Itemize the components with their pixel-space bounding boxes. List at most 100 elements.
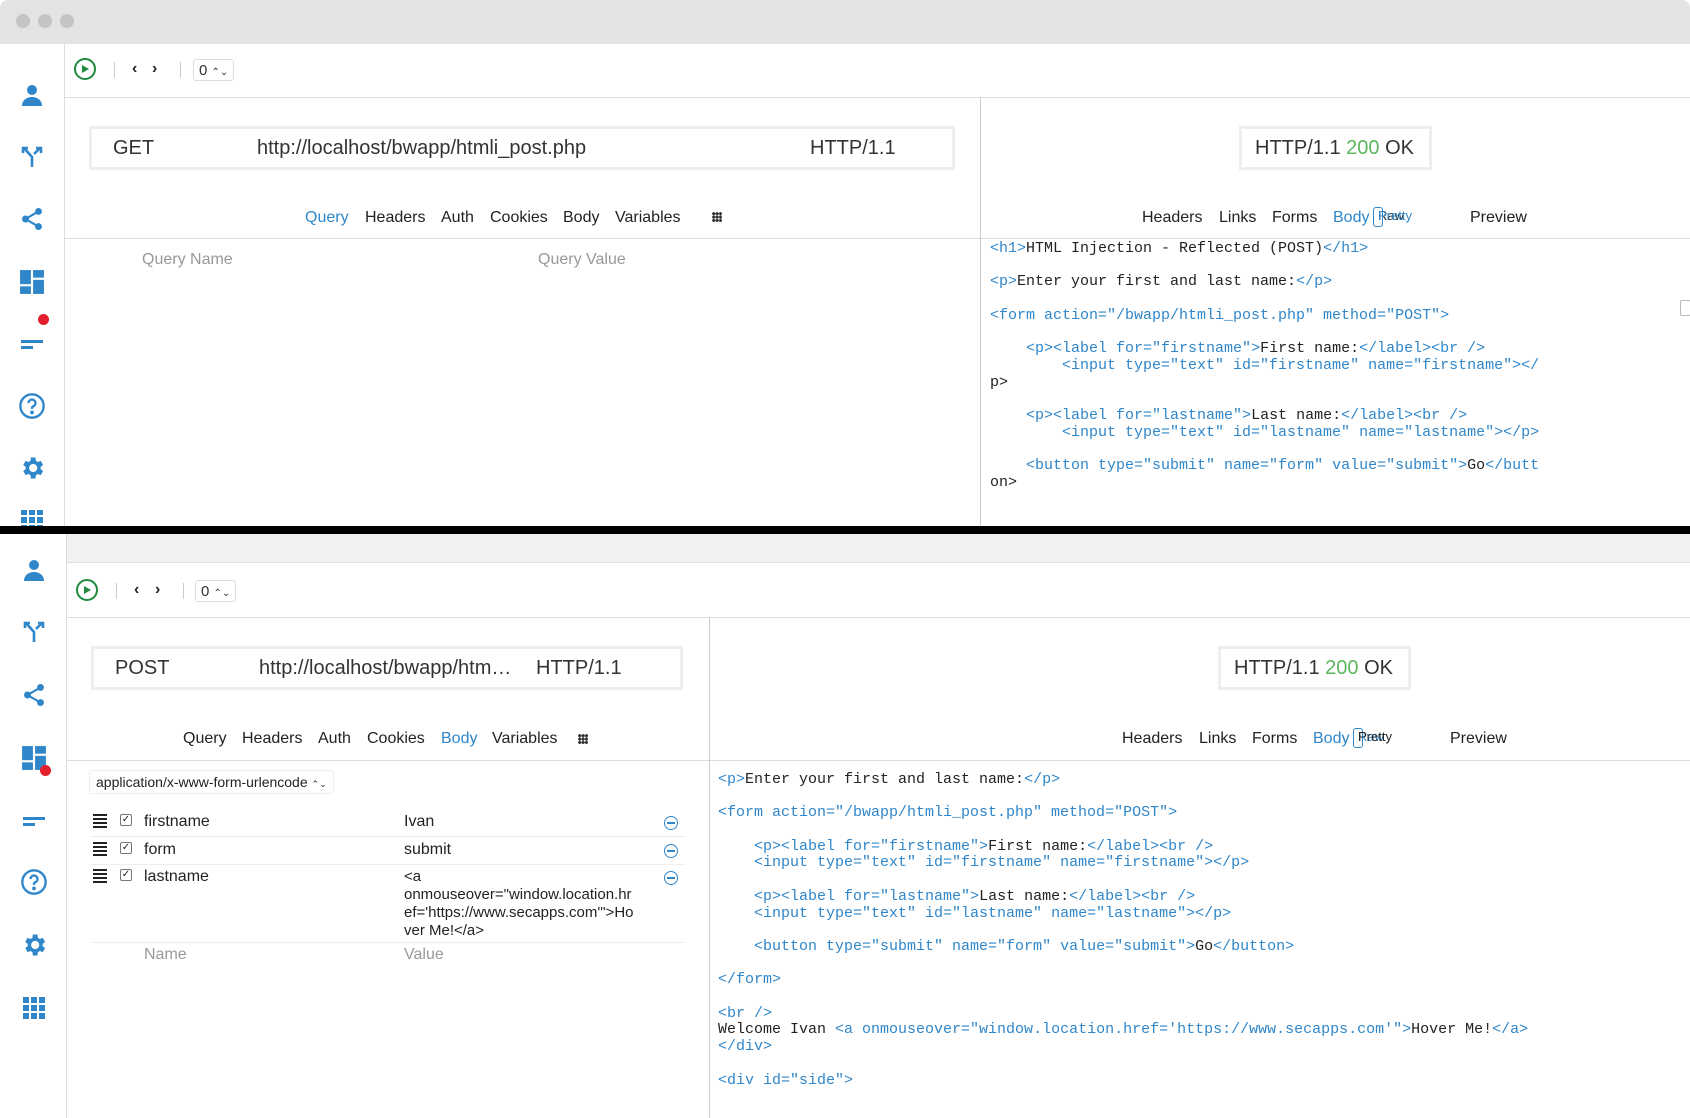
history-counter[interactable]: 0 ⌃⌄ [193,59,235,81]
resp-tab-headers[interactable]: Headers [1122,730,1182,748]
user-icon[interactable] [0,75,64,115]
tab-headers[interactable]: Headers [242,730,302,748]
response-body-code-bottom[interactable]: <p>Enter your first and last name:</p> <f… [718,772,1684,1118]
tab-cookies[interactable]: Cookies [367,730,425,748]
new-param-value-placeholder[interactable]: Value [404,946,444,964]
code-line: on> [990,473,1018,491]
tab-headers[interactable]: Headers [365,209,425,227]
tab-query[interactable]: Query [305,209,349,227]
history-counter[interactable]: 0 ⌃⌄ [195,580,237,602]
raw-pretty-toggle[interactable]: Raw Pretty [1373,207,1412,227]
resp-tab-body[interactable]: Body [1333,209,1369,227]
share-icon[interactable] [2,675,66,715]
pane-divider [980,97,981,526]
tab-query[interactable]: Query [183,730,227,748]
drag-handle-icon[interactable] [93,814,107,828]
request-line[interactable]: POST http://localhost/bwapp/htm… HTTP/1.… [91,646,683,690]
gear-icon[interactable] [2,925,66,965]
content-type-select[interactable]: application/x-www-form-urlencode ⌃⌄ [89,770,334,794]
drag-handle-icon[interactable] [93,842,107,856]
param-name[interactable]: firstname [144,813,210,831]
code-line: </div> [718,1038,773,1056]
more-grid-icon[interactable] [712,212,722,222]
resp-tab-body[interactable]: Body [1313,730,1349,748]
history-back-button[interactable]: ‹ [132,60,137,78]
pretty-option[interactable]: Pretty [1358,729,1392,745]
run-button[interactable] [74,58,96,80]
param-name[interactable]: form [144,841,176,859]
param-value-multiline[interactable]: <a onmouseover="window.location.hr ef='h… [404,868,654,940]
fork-icon[interactable] [0,137,64,177]
tab-variables[interactable]: Variables [615,209,681,227]
maximize-window-dot[interactable] [60,14,74,28]
request-line[interactable]: GET http://localhost/bwapp/htmli_post.ph… [89,126,955,170]
tab-variables[interactable]: Variables [492,730,558,748]
code-line: <input type="text" id="lastname" name="l… [754,904,1232,922]
resp-tab-links[interactable]: Links [1219,209,1256,227]
tab-body[interactable]: Body [441,730,477,748]
request-method[interactable]: GET [113,137,154,160]
scrollbar-thumb[interactable] [1680,300,1690,316]
divider [66,617,1690,618]
query-value-placeholder[interactable]: Query Value [538,251,626,269]
tab-auth[interactable]: Auth [318,730,351,748]
resp-tab-preview[interactable]: Preview [1450,730,1507,748]
stepper-icon: ⌃⌄ [211,67,229,78]
resp-tab-headers[interactable]: Headers [1142,209,1202,227]
resp-tab-preview[interactable]: Preview [1470,209,1527,227]
request-url[interactable]: http://localhost/bwapp/htmli_post.php [257,137,586,160]
text-lines-icon[interactable] [0,324,64,364]
resp-tab-forms[interactable]: Forms [1272,209,1317,227]
param-checkbox[interactable]: ✓ [120,869,132,881]
param-name[interactable]: lastname [144,868,209,886]
request-url[interactable]: http://localhost/bwapp/htm… [259,657,511,680]
new-param-name-placeholder[interactable]: Name [144,946,187,964]
run-button[interactable] [76,579,98,601]
help-icon[interactable] [2,862,66,902]
response-body-code-top[interactable]: <h1>HTML Injection - Reflected (POST)</h… [990,241,1680,512]
sidebar-top-icons [0,44,64,530]
pretty-option[interactable]: Pretty [1378,208,1412,224]
apps-grid-icon[interactable] [2,988,66,1028]
gear-icon[interactable] [0,448,64,488]
drag-handle-icon[interactable] [93,869,107,883]
history-forward-button[interactable]: › [155,581,160,599]
user-icon[interactable] [2,550,66,590]
request-version[interactable]: HTTP/1.1 [536,657,622,680]
response-status-text: HTTP/1.1 200 OK [1234,657,1393,680]
help-icon[interactable] [0,386,64,426]
resp-tab-forms[interactable]: Forms [1252,730,1297,748]
history-forward-button[interactable]: › [152,60,157,78]
text-lines-icon[interactable] [2,801,66,841]
tab-auth[interactable]: Auth [441,209,474,227]
divider [91,864,685,865]
dashboard-icon[interactable] [0,262,64,302]
query-name-placeholder[interactable]: Query Name [142,251,233,269]
param-checkbox[interactable]: ✓ [120,814,132,826]
remove-param-icon[interactable] [664,816,678,830]
divider [66,562,1690,563]
history-back-button[interactable]: ‹ [134,581,139,599]
param-value[interactable]: Ivan [404,813,434,831]
close-window-dot[interactable] [16,14,30,28]
param-value-line: <a [404,868,422,885]
remove-param-icon[interactable] [664,844,678,858]
tab-cookies[interactable]: Cookies [490,209,548,227]
raw-pretty-toggle[interactable]: Raw Pretty [1353,728,1392,748]
response-code: 200 [1325,657,1359,679]
param-value[interactable]: submit [404,841,451,859]
fork-icon[interactable] [2,612,66,652]
minimize-window-dot[interactable] [38,14,52,28]
tab-body[interactable]: Body [563,209,599,227]
code-line: <p><label for="lastname">Last name:</lab… [754,887,1196,905]
request-version[interactable]: HTTP/1.1 [810,137,896,160]
more-grid-icon[interactable] [578,734,588,744]
remove-param-icon[interactable] [664,871,678,885]
response-status: HTTP/1.1 200 OK [1218,646,1411,690]
resp-tab-links[interactable]: Links [1199,730,1236,748]
param-checkbox[interactable]: ✓ [120,842,132,854]
request-method[interactable]: POST [115,657,169,680]
response-tabs: Headers Links Forms Body Raw Pretty Previ… [709,728,1690,754]
